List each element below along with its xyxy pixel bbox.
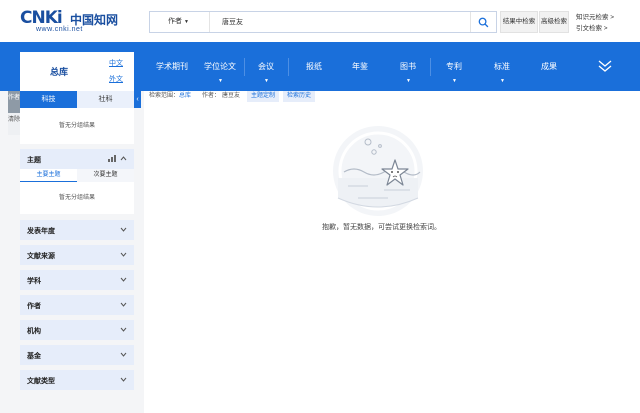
library-selector: 总库 中文 外文 <box>20 52 134 91</box>
header-links: 知识元检索 > 引文检索 > <box>576 12 614 34</box>
chevron-down-icon <box>120 227 127 232</box>
nav-item-standards[interactable]: 标准 ▼ <box>494 42 514 91</box>
tab-social-science[interactable]: 社科 <box>77 91 134 108</box>
facet-label: 主题 <box>27 157 41 164</box>
nav-item-label: 专利 <box>446 62 462 71</box>
search-box: 作者 ▼ <box>149 11 497 33</box>
nav-item-label: 学术期刊 <box>156 62 188 71</box>
caret-down-icon: ▼ <box>500 78 505 84</box>
chevron-up-icon <box>120 156 127 161</box>
topic-custom-button[interactable]: 主题定制 <box>247 91 280 102</box>
side-toggle-first[interactable]: 作者 <box>8 91 20 113</box>
nav-item-yearbook[interactable]: 年鉴 <box>352 42 372 91</box>
chevron-down-icon <box>120 352 127 357</box>
knowledge-search-link[interactable]: 知识元检索 > <box>576 12 614 23</box>
logo-brand-mark: CNKi <box>20 8 63 28</box>
search-button[interactable] <box>470 12 496 32</box>
nav-expand-button[interactable] <box>598 60 612 74</box>
chevron-left-icon: ‹ <box>136 96 139 103</box>
logo-url: www.cnki.net <box>36 26 83 33</box>
chevron-down-icon <box>120 377 127 382</box>
nav-item-label: 会议 <box>258 62 274 71</box>
facet-source[interactable]: 文献来源 <box>20 245 134 265</box>
advanced-search-button[interactable]: 高级检索 <box>539 11 569 33</box>
bar-chart-icon <box>108 155 116 162</box>
facet-document-type[interactable]: 文献类型 <box>20 370 134 390</box>
sidebar-tabs: 科技 社科 <box>20 91 134 108</box>
subtab-main-topic[interactable]: 主要主题 <box>20 169 77 182</box>
author-value: 唐豆友 <box>222 93 241 99</box>
facet-publication-year[interactable]: 发表年度 <box>20 220 134 240</box>
facet-label: 机构 <box>27 328 41 335</box>
search-icon <box>478 17 489 27</box>
facet-label: 文献类型 <box>27 378 55 385</box>
facet-label: 作者 <box>27 303 41 310</box>
nav-divider <box>288 58 289 76</box>
caret-down-icon: ▼ <box>406 78 411 84</box>
side-toggle: 作者 清除 <box>8 91 20 135</box>
topic-empty-text: 暂无分组结果 <box>20 182 134 214</box>
facet-institution[interactable]: 机构 <box>20 320 134 340</box>
library-title[interactable]: 总库 <box>50 65 68 78</box>
caret-down-icon: ▼ <box>184 19 189 25</box>
facet-author[interactable]: 作者 <box>20 295 134 315</box>
facet-label: 文献来源 <box>27 253 55 260</box>
nav-divider <box>430 58 431 76</box>
search-history-button[interactable]: 检索历史 <box>283 91 316 102</box>
cnki-logo[interactable]: CNKi 中国知网 www.cnki.net <box>20 8 120 36</box>
nav-item-theses[interactable]: 学位论文 ▼ <box>204 42 240 91</box>
nav-item-newspaper[interactable]: 报纸 <box>306 42 326 91</box>
nav-item-conference[interactable]: 会议 ▼ <box>258 42 278 91</box>
nav-item-label: 报纸 <box>306 62 322 71</box>
lang-foreign-link[interactable]: 外文 <box>109 74 123 84</box>
chevron-down-icon <box>120 277 127 282</box>
nav-item-label: 标准 <box>494 62 510 71</box>
nav-item-achievements[interactable]: 成果 <box>541 42 561 91</box>
topic-subtabs: 主要主题 次要主题 <box>20 169 134 182</box>
group-empty-text: 暂无分组结果 <box>20 108 134 144</box>
author-label: 作者： <box>202 93 221 99</box>
side-toggle-clear[interactable]: 清除 <box>8 113 20 135</box>
empty-result-message: 抱歉，暂无数据，可尝试更换检索词。 <box>322 224 441 231</box>
nav-item-journals[interactable]: 学术期刊 <box>156 42 192 91</box>
nav-divider <box>244 58 245 76</box>
caret-down-icon: ▼ <box>264 78 269 84</box>
range-value[interactable]: 总库 <box>179 91 191 102</box>
result-search-button[interactable]: 结果中检索 <box>500 11 538 33</box>
double-chevron-down-icon <box>598 60 612 72</box>
nav-item-label: 年鉴 <box>352 62 368 71</box>
tab-science[interactable]: 科技 <box>20 91 77 108</box>
facet-fund[interactable]: 基金 <box>20 345 134 365</box>
chevron-down-icon <box>120 302 127 307</box>
subtab-secondary-topic[interactable]: 次要主题 <box>77 169 134 182</box>
collapse-sidebar-button[interactable]: ‹ <box>134 91 141 108</box>
search-field-select[interactable]: 作者 ▼ <box>150 12 210 32</box>
facet-label: 学科 <box>27 278 41 285</box>
facet-discipline[interactable]: 学科 <box>20 270 134 290</box>
nav-item-books[interactable]: 图书 ▼ <box>400 42 420 91</box>
nav-item-patents[interactable]: 专利 ▼ <box>446 42 466 91</box>
facet-label: 基金 <box>27 353 41 360</box>
facet-label: 发表年度 <box>27 228 55 235</box>
nav-item-label: 学位论文 <box>204 62 236 71</box>
chevron-down-icon <box>120 327 127 332</box>
nav-item-label: 成果 <box>541 62 557 71</box>
empty-starfish-illustration <box>333 126 423 216</box>
range-label: 检索范围： <box>149 93 180 99</box>
facet-topic[interactable]: 主题 <box>20 149 134 169</box>
nav-item-label: 图书 <box>400 62 416 71</box>
caret-down-icon: ▼ <box>218 78 223 84</box>
lang-chinese-link[interactable]: 中文 <box>109 58 123 68</box>
caret-down-icon: ▼ <box>452 78 457 84</box>
citation-search-link[interactable]: 引文检索 > <box>576 23 614 34</box>
header: CNKi 中国知网 www.cnki.net 作者▼ 结果中检索 高级检索 知识… <box>0 0 640 42</box>
search-input[interactable] <box>214 12 469 32</box>
search-field-label: 作者 <box>168 18 182 25</box>
chevron-down-icon <box>120 252 127 257</box>
